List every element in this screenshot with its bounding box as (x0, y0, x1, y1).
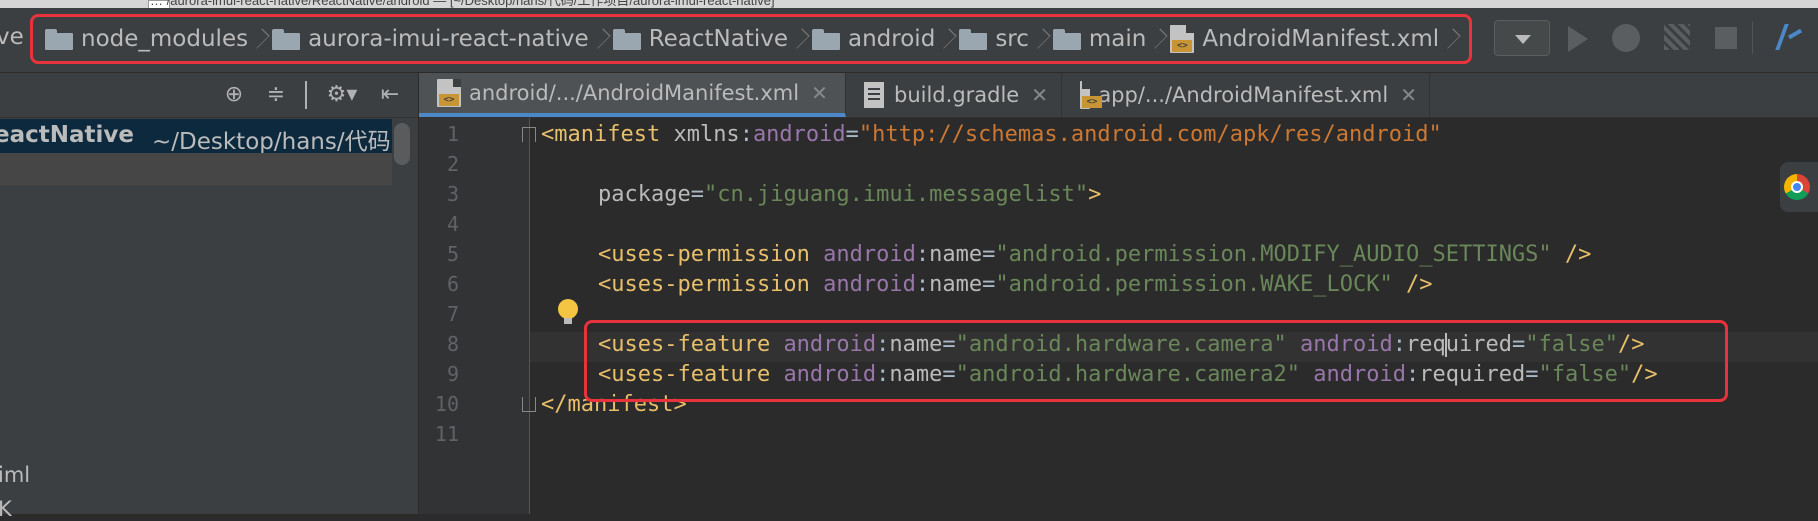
chrome-icon (1784, 174, 1810, 200)
project-panel: ⊕ ≑ ⚙▾ ⇤ eactNative ~/Desktop/hans/代码 im… (0, 73, 419, 521)
chevron-right-icon (595, 24, 607, 54)
breadcrumb: node_modules aurora-imui-react-native Re… (30, 14, 1472, 64)
project-tree-item[interactable]: K (0, 497, 12, 521)
line-number: 1 (446, 122, 459, 146)
line-number: 10 (434, 392, 459, 416)
editor-tabs: android/.../AndroidManifest.xml ✕ build.… (419, 73, 1818, 118)
breadcrumb-label: ReactNative (648, 26, 789, 52)
browser-preview-button[interactable] (1780, 162, 1818, 212)
breadcrumb-label: node_modules (81, 26, 249, 52)
project-name-fragment: ve (0, 24, 24, 50)
code-editor[interactable]: <manifest xmlns:android="http://schemas.… (530, 118, 1818, 514)
xml-file-icon (1080, 81, 1103, 109)
tab-label: build.gradle (894, 83, 1020, 107)
line-number: 2 (446, 152, 459, 176)
code-line-6: <uses-permission android:name="android.p… (598, 272, 1433, 297)
line-number: 9 (446, 362, 459, 386)
code-line-3: package="cn.jiguang.imui.messagelist"> (598, 182, 1102, 207)
project-panel-toolbar: ⊕ ≑ ⚙▾ ⇤ (0, 73, 418, 118)
window-title: … /aurora-imui-react-native/ReactNative/… (150, 0, 775, 8)
breadcrumb-label: aurora-imui-react-native (308, 26, 589, 52)
folder-icon (272, 28, 301, 50)
locate-icon[interactable]: ⊕ (222, 83, 246, 107)
window-title-bar: … /aurora-imui-react-native/ReactNative/… (0, 0, 1818, 8)
stop-icon[interactable] (1715, 27, 1737, 49)
code-line-5: <uses-permission android:name="android.p… (598, 242, 1592, 267)
breadcrumb-item-node-modules[interactable]: node_modules (45, 24, 272, 54)
chevron-right-icon (941, 24, 953, 54)
line-number: 7 (446, 302, 459, 326)
breadcrumb-item-android[interactable]: android (812, 24, 959, 54)
tab-android-manifest[interactable]: android/.../AndroidManifest.xml ✕ (419, 73, 846, 117)
project-tree-row[interactable] (0, 153, 392, 185)
breadcrumb-item-src[interactable]: src (959, 24, 1053, 54)
hide-icon[interactable]: ⇤ (378, 83, 402, 107)
project-tree-item[interactable]: iml (0, 463, 30, 487)
breadcrumb-label: src (995, 26, 1029, 52)
vcs-icon[interactable] (1776, 24, 1802, 50)
folder-icon (1052, 28, 1081, 50)
toolbar-divider (1752, 22, 1753, 54)
breadcrumb-item-main[interactable]: main (1052, 24, 1170, 54)
toolbar-divider (305, 81, 307, 109)
folder-icon (612, 28, 641, 50)
tab-label: android/.../AndroidManifest.xml (469, 81, 800, 105)
folder-icon (812, 28, 841, 50)
run-config-dropdown[interactable] (1494, 20, 1550, 56)
breadcrumb-label: AndroidManifest.xml (1202, 26, 1440, 52)
folder-icon (45, 28, 73, 50)
tab-label: app/.../AndroidManifest.xml (1098, 83, 1389, 107)
line-number: 6 (446, 272, 459, 296)
chevron-right-icon (1445, 24, 1457, 54)
chevron-right-icon (254, 24, 266, 54)
line-number: 3 (446, 182, 459, 206)
breadcrumb-item-androidmanifest[interactable]: AndroidManifest.xml (1170, 24, 1463, 54)
line-number: 4 (446, 212, 459, 236)
breadcrumb-item-aurora-imui-react-native[interactable]: aurora-imui-react-native (272, 24, 613, 54)
project-root-path: ~/Desktop/hans/代码 (152, 129, 391, 155)
collapse-icon[interactable]: ≑ (264, 83, 288, 107)
folder-icon (959, 28, 988, 50)
tab-build-gradle[interactable]: build.gradle ✕ (846, 73, 1062, 117)
run-icon[interactable] (1568, 26, 1588, 52)
chevron-right-icon (794, 24, 806, 54)
scrollbar[interactable] (394, 123, 410, 165)
xml-file-icon (437, 79, 461, 107)
xml-file-icon (1170, 25, 1195, 53)
project-root-name: eactNative (0, 122, 134, 148)
breadcrumb-label: main (1088, 26, 1147, 52)
navigation-bar: ve node_modules aurora-imui-react-native… (0, 8, 1818, 73)
close-icon[interactable]: ✕ (1400, 83, 1417, 107)
line-number: 5 (446, 242, 459, 266)
breadcrumb-item-reactnative[interactable]: ReactNative (612, 24, 812, 54)
annotation-highlight-box (584, 320, 1728, 402)
tab-app-android-manifest[interactable]: app/.../AndroidManifest.xml ✕ (1062, 73, 1430, 117)
chevron-right-icon (1152, 24, 1164, 54)
settings-icon[interactable]: ⚙▾ (322, 83, 362, 107)
chevron-right-icon (1035, 24, 1047, 54)
close-icon[interactable]: ✕ (1031, 83, 1048, 107)
code-line-1: <manifest xmlns:android="http://schemas.… (541, 122, 1442, 147)
gradle-file-icon (864, 82, 884, 108)
line-number-gutter: 1 2 3 4 5 6 7 8 9 10 11 (419, 118, 530, 514)
breadcrumb-label: android (848, 26, 936, 52)
project-tree-root[interactable]: eactNative ~/Desktop/hans/代码 (0, 119, 392, 155)
debug-icon[interactable] (1612, 24, 1640, 52)
profile-icon[interactable] (1664, 24, 1690, 50)
line-number: 8 (446, 332, 459, 356)
close-icon[interactable]: ✕ (811, 81, 828, 105)
line-number: 11 (434, 422, 459, 446)
